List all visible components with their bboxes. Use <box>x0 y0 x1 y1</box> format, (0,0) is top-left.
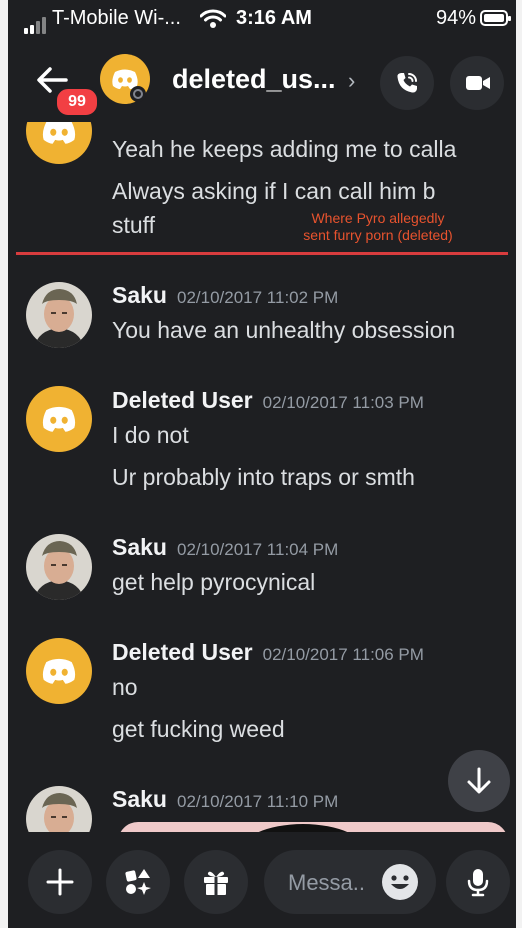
message-text: no <box>112 674 138 700</box>
message-input[interactable]: Messa.. <box>264 850 436 914</box>
message-author[interactable]: Deleted User 02/10/2017 11:06 PM <box>112 639 424 666</box>
discord-dm-screen: T-Mobile Wi-... 3:16 AM 94% 99 deleted_u… <box>8 0 516 928</box>
carrier-label: T-Mobile Wi-... <box>52 7 181 29</box>
timestamp: 02/10/2017 11:10 PM <box>176 792 339 811</box>
timestamp: 02/10/2017 11:02 PM <box>176 288 339 307</box>
gift-button[interactable] <box>184 850 248 914</box>
avatar[interactable] <box>26 638 92 704</box>
apps-icon <box>125 869 151 895</box>
author-name[interactable]: Deleted User <box>112 639 253 665</box>
message-text: stuff <box>112 212 156 238</box>
message-text: You have an unhealthy obsession <box>112 317 456 343</box>
message-author[interactable]: Saku 02/10/2017 11:10 PM <box>112 786 338 813</box>
composer-bar: Messa.. <box>8 832 516 928</box>
user-photo-avatar <box>26 786 92 832</box>
offline-status-icon <box>130 86 146 102</box>
annotation-text: Where Pyro allegedly sent furry porn (de… <box>303 210 453 243</box>
user-photo-avatar <box>26 534 92 600</box>
voice-call-button[interactable] <box>380 56 434 110</box>
author-name[interactable]: Saku <box>112 534 167 560</box>
discord-logo-icon <box>42 122 76 144</box>
annotation-divider <box>16 252 508 255</box>
plus-icon <box>46 868 74 896</box>
phone-call-icon <box>397 73 417 93</box>
battery-icon <box>480 10 511 26</box>
timestamp: 02/10/2017 11:04 PM <box>176 540 339 559</box>
author-name[interactable]: Saku <box>112 282 167 308</box>
clock: 3:16 AM <box>236 7 312 29</box>
message-text: get help pyrocynical <box>112 569 316 595</box>
arrow-down-icon <box>467 767 491 794</box>
gift-icon <box>204 871 228 895</box>
avatar[interactable] <box>26 386 92 452</box>
chat-username[interactable]: deleted_us... <box>172 64 336 95</box>
message-text: Always asking if I can call him b <box>112 178 436 204</box>
message-list[interactable]: Yeah he keeps adding me to calla Always … <box>8 122 516 832</box>
message-text: Yeah he keeps adding me to calla <box>112 136 457 162</box>
message-placeholder: Messa.. <box>288 870 366 895</box>
message-author[interactable]: Saku 02/10/2017 11:04 PM <box>112 534 338 561</box>
message-author[interactable]: Saku 02/10/2017 11:02 PM <box>112 282 338 309</box>
image-attachment[interactable] <box>118 822 508 832</box>
message-text: get fucking weed <box>112 716 285 742</box>
timestamp: 02/10/2017 11:03 PM <box>262 393 424 412</box>
avatar[interactable] <box>26 534 92 600</box>
microphone-icon <box>467 869 489 897</box>
user-photo-avatar <box>26 282 92 348</box>
status-bar: T-Mobile Wi-... 3:16 AM 94% <box>8 0 516 38</box>
avatar[interactable] <box>26 122 92 164</box>
message-text: Ur probably into traps or smth <box>112 464 415 490</box>
author-name[interactable]: Deleted User <box>112 387 253 413</box>
voice-message-button[interactable] <box>446 850 510 914</box>
add-attachment-button[interactable] <box>28 850 92 914</box>
chevron-right-icon[interactable]: › <box>348 68 355 94</box>
jump-to-present-button[interactable] <box>448 750 510 812</box>
unread-badge: 99 <box>54 86 100 118</box>
wifi-icon <box>200 9 226 28</box>
chat-header: 99 deleted_us... › <box>8 38 516 122</box>
apps-button[interactable] <box>106 850 170 914</box>
timestamp: 02/10/2017 11:06 PM <box>262 645 424 664</box>
video-call-button[interactable] <box>450 56 504 110</box>
author-name[interactable]: Saku <box>112 786 167 812</box>
battery-percent: 94% <box>436 7 477 29</box>
avatar[interactable] <box>26 282 92 348</box>
message-text: I do not <box>112 422 189 448</box>
message-author[interactable]: Deleted User 02/10/2017 11:03 PM <box>112 387 424 414</box>
video-camera-icon <box>466 76 490 90</box>
discord-logo-icon <box>42 658 76 684</box>
emoji-icon[interactable] <box>382 864 418 900</box>
avatar[interactable] <box>26 786 92 832</box>
discord-logo-icon <box>42 406 76 432</box>
